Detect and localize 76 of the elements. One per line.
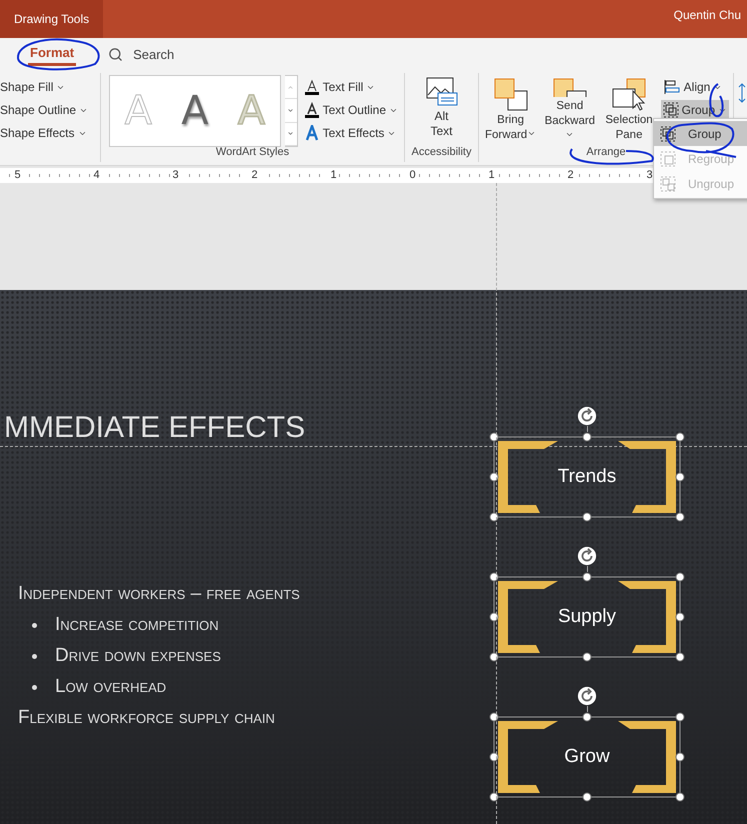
resize-handle[interactable] [676,712,684,722]
rotate-handle-icon[interactable] [577,406,597,426]
resize-handle[interactable] [490,512,498,522]
ribbon-menu-button[interactable]: Text Fill [302,77,400,97]
height-icon [738,83,746,103]
resize-handle[interactable] [676,792,684,802]
send-backward-icon [552,77,588,97]
resize-handle[interactable] [490,432,498,442]
picture-caption-icon [426,77,458,107]
resize-handle[interactable] [582,572,592,582]
search-field[interactable]: Search [133,46,174,62]
bullet-dot [32,654,37,658]
resize-handle[interactable] [490,652,498,662]
shape-label: Grow [564,746,610,768]
wordart-gallery[interactable]: A A A [109,75,281,147]
arrange-button[interactable]: Selection Pane [601,75,657,144]
ribbon-menu-button[interactable]: Shape Fill [0,77,90,97]
slide-title: MMEDIATE EFFECTS [4,410,306,446]
resize-handle[interactable] [582,652,592,662]
shape-label: Supply [558,606,616,628]
resize-handle[interactable] [490,792,498,802]
resize-handle[interactable] [676,432,684,442]
align-icon [662,79,681,95]
bullet-text: Increase competition [55,614,219,636]
resize-handle[interactable] [582,712,592,722]
resize-handle[interactable] [676,512,684,522]
bullet-text: Independent workers – free agents [18,583,301,605]
group-icon [662,102,679,118]
resize-handle[interactable] [676,652,684,662]
context-tab-label: Drawing Tools [0,0,104,38]
shape-label: Trends [558,466,616,488]
resize-handle[interactable] [490,472,498,482]
bullet-dot [32,684,37,690]
ungroup-icon [660,176,676,192]
regroup-icon [660,150,676,166]
bullet-text: Drive down expenses [55,645,221,667]
group-label: Arrange [586,146,626,160]
bullet-text: Flexible workforce supply chain [18,707,276,729]
ribbon-menu-button[interactable]: Align [660,77,730,97]
group-icon [660,126,676,142]
resize-handle[interactable] [490,752,498,762]
resize-handle[interactable] [490,572,498,582]
caret-icon [287,130,294,138]
outline-icon [304,102,320,118]
caret-icon [287,84,294,91]
bullet-dot [32,622,37,628]
ribbon-menu-button[interactable]: Shape Outline [0,100,90,120]
resize-handle[interactable] [676,572,684,582]
resize-handle[interactable] [582,432,592,442]
ribbon-menu-button[interactable]: Text Effects [302,123,400,143]
arrange-button[interactable]: Send Backward [542,75,598,144]
bullet-text: Low overhead [55,676,166,698]
wordart-style[interactable]: A [181,88,209,134]
search-icon [108,46,124,62]
user-name[interactable]: Quentin Chu [674,0,747,38]
effects-icon [304,125,320,141]
resize-handle[interactable] [582,792,592,802]
caret-icon [287,106,294,114]
ribbon-menu-button[interactable]: Text Outline [302,100,400,120]
group-label: Accessibility [412,146,472,160]
rotate-handle-icon[interactable] [577,546,597,566]
bring-forward-icon [492,77,529,111]
group-label: WordArt Styles [216,146,290,160]
rotate-handle-icon[interactable] [577,686,597,706]
arrange-button[interactable]: Bring Forward [483,75,538,144]
resize-handle[interactable] [676,752,684,762]
resize-handle[interactable] [490,712,498,722]
alt-text-button[interactable]: Alt Text [424,75,458,144]
ribbon-menu-button[interactable]: Shape Effects [0,123,90,143]
resize-handle[interactable] [490,612,498,622]
resize-handle[interactable] [582,512,592,522]
selection-pane-icon [611,77,648,111]
resize-handle[interactable] [676,612,684,622]
fill-icon [304,79,320,95]
menu-item[interactable]: Group [654,121,747,146]
resize-handle[interactable] [676,472,684,482]
